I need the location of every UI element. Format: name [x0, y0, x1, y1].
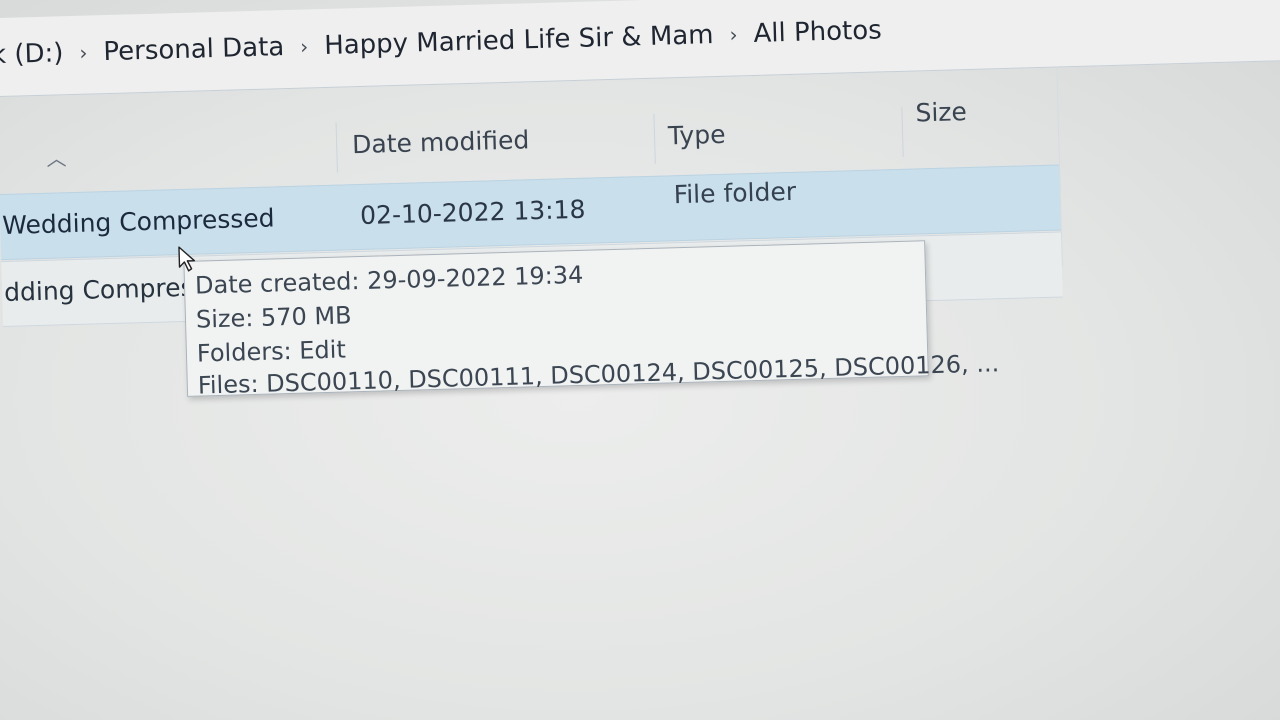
item-date-modified: 02-10-2022 13:18	[359, 194, 586, 231]
file-explorer-window: sk (D:) › Personal Data › Happy Married …	[0, 0, 1280, 720]
chevron-right-icon[interactable]: ›	[715, 22, 752, 47]
breadcrumb-all-photos[interactable]: All Photos	[751, 15, 884, 49]
tooltip-size: Size: 570 MB	[195, 301, 352, 334]
chevron-right-icon[interactable]: ›	[65, 40, 102, 65]
item-name[interactable]: Wedding Compressed	[2, 203, 275, 240]
column-divider[interactable]	[653, 113, 656, 164]
column-type[interactable]: Type	[668, 120, 726, 151]
breadcrumb-personal-data[interactable]: Personal Data	[101, 32, 287, 67]
breadcrumb: sk (D:) › Personal Data › Happy Married …	[0, 15, 884, 70]
column-size[interactable]: Size	[915, 97, 967, 127]
explorer-view: sk (D:) › Personal Data › Happy Married …	[0, 0, 1280, 720]
breadcrumb-happy-married-life[interactable]: Happy Married Life Sir & Mam	[322, 20, 716, 61]
mouse-cursor-icon	[178, 246, 196, 272]
column-date-modified[interactable]: Date modified	[352, 125, 530, 159]
column-divider[interactable]	[335, 122, 338, 173]
column-divider[interactable]	[901, 106, 904, 157]
tooltip-folders: Folders: Edit	[196, 335, 347, 368]
folder-info-tooltip: Date created: 29-09-2022 19:34 Size: 570…	[183, 240, 1000, 400]
address-bar[interactable]: sk (D:) › Personal Data › Happy Married …	[0, 0, 1280, 98]
chevron-right-icon[interactable]: ›	[286, 34, 323, 59]
breadcrumb-drive[interactable]: sk (D:)	[0, 38, 66, 70]
item-name[interactable]: dding Compres	[4, 273, 194, 307]
chevron-up-icon[interactable]: ︿	[46, 142, 67, 172]
tooltip-date-created: Date created: 29-09-2022 19:34	[194, 260, 584, 300]
item-type: File folder	[673, 176, 797, 210]
